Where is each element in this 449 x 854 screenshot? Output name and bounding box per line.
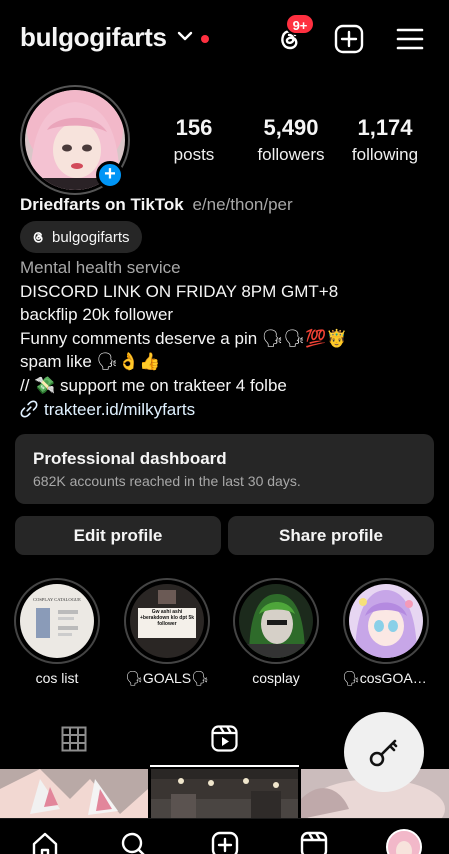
posts-count: 156 [175, 115, 213, 140]
share-profile-button[interactable]: Share profile [228, 516, 434, 555]
bio-line: DISCORD LINK ON FRIDAY 8PM GMT+8 [20, 281, 339, 301]
post-thumbnail[interactable] [151, 769, 298, 819]
key-icon [369, 739, 398, 767]
highlight-label: cosplay [252, 670, 300, 686]
followers-count: 5,490 [263, 115, 319, 140]
grid-icon[interactable] [61, 726, 87, 752]
post-thumbnail[interactable] [0, 769, 148, 819]
threads-icon [33, 232, 43, 243]
highlight-label: 🗣cosGOALS… [342, 670, 430, 686]
highlight-ring [343, 578, 429, 664]
link-icon [20, 400, 38, 418]
stat-posts[interactable]: 156 posts [164, 115, 224, 165]
bio-line: Funny comments deserve a pin 🗣🗣💯🤴 [20, 328, 348, 348]
following-label: following [351, 145, 419, 164]
notification-badge: 9+ [285, 13, 315, 35]
chevron-down-icon[interactable] [177, 30, 193, 42]
highlight-cover [239, 584, 313, 658]
highlight-item[interactable]: COSPLAY CATALOGUE cos list [13, 578, 101, 686]
highlight-ring: Gw ashi ashi +berakdown klo dpt 5k follo… [124, 578, 210, 664]
add-icon[interactable] [334, 24, 364, 54]
account-switcher-username[interactable]: bulgogifarts [20, 22, 167, 53]
active-tab-indicator [150, 765, 299, 767]
bio: Mental health service DISCORD LINK ON FR… [20, 256, 347, 421]
highlight-item[interactable]: 🗣cosGOALS… [342, 578, 430, 687]
dashboard-title: Professional dashboard [33, 449, 227, 468]
add-story-button[interactable]: + [96, 161, 124, 189]
display-name: Driedfarts on TikTok [20, 195, 184, 214]
highlight-item[interactable]: Gw ashi ashi +berakdown klo dpt 5k follo… [123, 578, 211, 687]
highlight-cover [349, 584, 423, 658]
bio-line: backflip 20k follower [20, 305, 174, 325]
display-name-line: Driedfarts on TikTok e/ne/thon/per [20, 195, 293, 215]
bio-link[interactable]: trakteer.id/milkyfarts [20, 398, 347, 422]
pronouns: e/ne/thon/per [192, 195, 293, 214]
highlight-ring [233, 578, 319, 664]
stat-following[interactable]: 1,174 following [344, 115, 426, 165]
bottom-navigation [0, 818, 449, 854]
unread-dot [201, 35, 209, 43]
highlight-item[interactable]: cosplay [232, 578, 320, 686]
bio-link-text: trakteer.id/milkyfarts [44, 399, 196, 419]
create-post-icon[interactable] [211, 831, 239, 854]
highlight-cover: Gw ashi ashi +berakdown klo dpt 5k follo… [130, 584, 204, 658]
highlight-cover-text: Gw ashi ashi +berakdown klo dpt 5k follo… [139, 609, 195, 627]
reels-icon[interactable] [211, 725, 238, 752]
highlight-label: 🗣GOALS🗣 [125, 670, 209, 686]
highlight-cover-text: COSPLAY CATALOGUE [33, 597, 81, 602]
bio-line: spam like 🗣👌👍 [20, 352, 161, 372]
category-label: Mental health service [20, 258, 181, 277]
private-key-button[interactable] [344, 712, 424, 792]
search-icon[interactable] [120, 831, 148, 854]
stat-followers[interactable]: 5,490 followers [246, 115, 336, 165]
posts-label: posts [173, 145, 215, 164]
menu-icon[interactable] [395, 24, 425, 54]
profile-tab-avatar[interactable] [386, 829, 422, 854]
edit-profile-button[interactable]: Edit profile [15, 516, 221, 555]
following-count: 1,174 [357, 115, 413, 140]
profile-header: bulgogifarts 9+ [0, 0, 449, 80]
reels-icon[interactable] [300, 831, 328, 854]
threads-handle: bulgogifarts [52, 228, 130, 246]
highlight-label: cos list [35, 670, 79, 686]
highlight-cover: COSPLAY CATALOGUE [20, 584, 94, 658]
home-icon[interactable] [31, 831, 59, 854]
bio-line: // 💸 support me on trakteer 4 folbe [20, 375, 287, 395]
highlight-ring: COSPLAY CATALOGUE [14, 578, 100, 664]
threads-profile-link[interactable]: bulgogifarts [20, 221, 142, 253]
professional-dashboard[interactable]: Professional dashboard 682K accounts rea… [15, 434, 434, 504]
dashboard-subtitle: 682K accounts reached in the last 30 day… [33, 473, 301, 489]
followers-label: followers [257, 145, 325, 164]
